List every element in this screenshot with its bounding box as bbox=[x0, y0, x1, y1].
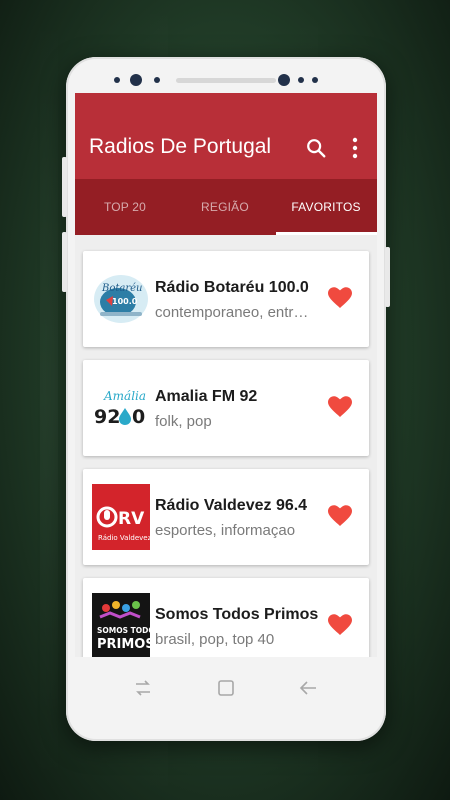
svg-text:Amália: Amália bbox=[103, 389, 146, 403]
svg-text:Botaréu: Botaréu bbox=[101, 283, 143, 294]
tab-top-20[interactable]: TOP 20 bbox=[75, 179, 175, 235]
app-title: Radios De Portugal bbox=[89, 135, 272, 158]
power-button bbox=[385, 247, 390, 307]
favorite-heart-icon[interactable] bbox=[328, 287, 352, 309]
station-genres: contemporaneo, entretenimento bbox=[155, 304, 315, 321]
app-bar: Radios De Portugal bbox=[75, 93, 377, 179]
station-name: Rádio Valdevez 96.4 bbox=[155, 497, 308, 514]
svg-text:RV: RV bbox=[118, 509, 145, 529]
station-genres: brasil, pop, top 40 bbox=[155, 631, 275, 648]
svg-text:SOMOS TODOS: SOMOS TODOS bbox=[97, 626, 150, 635]
favorite-heart-icon[interactable] bbox=[328, 396, 352, 418]
valdevez-logo: RV Rádio Valdevez bbox=[92, 484, 150, 550]
tab-bar: TOP 20 REGIÃO FAVORITOS bbox=[75, 179, 377, 235]
favorites-list: Botaréu 100.0 Rádio Botaréu 100.0 contem… bbox=[75, 235, 377, 657]
phone-frame: Radios De Portugal TOP 20 REGIÃO FAVORIT… bbox=[62, 57, 390, 741]
list-item[interactable]: RV Rádio Valdevez Rádio Valdevez 96.4 es… bbox=[83, 469, 369, 565]
tab-favoritos[interactable]: FAVORITOS bbox=[275, 179, 377, 235]
tab-regiao[interactable]: REGIÃO bbox=[175, 179, 275, 235]
volume-button bbox=[62, 157, 67, 217]
station-name: Amalia FM 92 bbox=[155, 388, 258, 405]
botareu-logo: Botaréu 100.0 bbox=[94, 275, 148, 323]
search-icon[interactable] bbox=[305, 137, 327, 159]
station-genres: esportes, informaçao bbox=[155, 522, 296, 539]
app-screen: Radios De Portugal TOP 20 REGIÃO FAVORIT… bbox=[75, 93, 377, 717]
svg-text:PRIMOS: PRIMOS bbox=[97, 637, 150, 652]
svg-text:100.0: 100.0 bbox=[112, 297, 138, 306]
list-item[interactable]: Botaréu 100.0 Rádio Botaréu 100.0 contem… bbox=[83, 251, 369, 347]
svg-text:92: 92 bbox=[94, 406, 120, 428]
bixby-button bbox=[62, 232, 67, 292]
station-name: Somos Todos Primos bbox=[155, 606, 319, 623]
home-icon[interactable] bbox=[216, 679, 236, 697]
list-item[interactable]: SOMOS TODOS PRIMOS Somos Todos Primos br… bbox=[83, 578, 369, 657]
amalia-logo: Amália 92 0 bbox=[92, 375, 150, 441]
recent-apps-icon[interactable] bbox=[133, 679, 153, 697]
svg-text:0: 0 bbox=[132, 406, 145, 428]
station-genres: folk, pop bbox=[155, 413, 212, 430]
back-icon[interactable] bbox=[299, 679, 319, 697]
favorite-heart-icon[interactable] bbox=[328, 505, 352, 527]
more-vertical-icon[interactable] bbox=[349, 137, 361, 159]
list-item[interactable]: Amália 92 0 Amalia FM 92 folk, pop bbox=[83, 360, 369, 456]
somos-todos-primos-logo: SOMOS TODOS PRIMOS bbox=[92, 593, 150, 657]
phone-sensors bbox=[66, 74, 386, 88]
station-name: Rádio Botaréu 100.0 bbox=[155, 279, 309, 296]
svg-text:Rádio Valdevez: Rádio Valdevez bbox=[98, 534, 150, 542]
favorite-heart-icon[interactable] bbox=[328, 614, 352, 636]
system-nav-bar bbox=[75, 657, 377, 717]
